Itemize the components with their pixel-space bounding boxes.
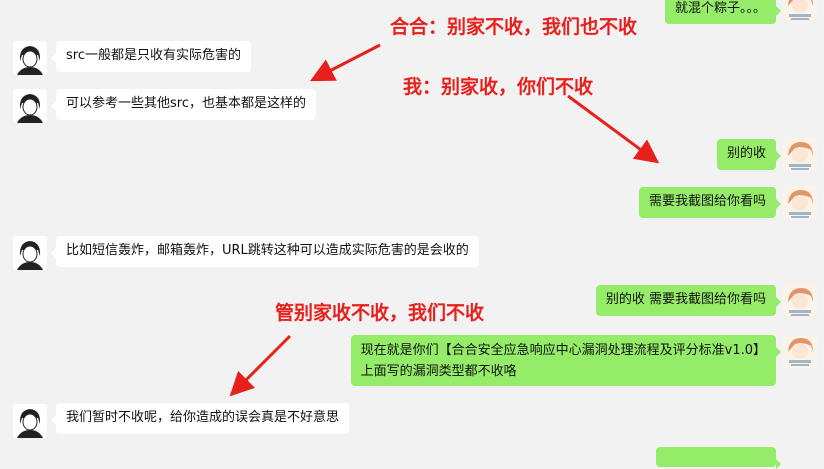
male-outline-avatar-icon <box>13 404 47 438</box>
message-out-0[interactable]: 就混个粽子。。。 <box>664 0 782 24</box>
message-out-7[interactable]: 现在就是你们【合合安全应急响应中心漏洞处理流程及评分标准v1.0】 上面写的漏洞… <box>350 335 782 386</box>
contact-avatar-5[interactable] <box>13 236 47 270</box>
message-out-3[interactable]: 别的收 <box>716 139 782 170</box>
contact-avatar-1[interactable] <box>13 41 47 75</box>
male-outline-avatar-icon <box>13 236 47 270</box>
anime-girl-avatar-icon <box>783 334 817 368</box>
message-in-8[interactable]: 我们暂时不收呢，给你造成的误会真是不好意思 <box>50 403 350 434</box>
male-outline-avatar-icon <box>13 41 47 75</box>
contact-avatar-8[interactable] <box>13 404 47 438</box>
message-in-5[interactable]: 比如短信轰炸，邮箱轰炸，URL跳转这种可以造成实际危害的是会收的 <box>51 236 479 267</box>
message-in-1[interactable]: src一般都是只收有实际危害的 <box>51 41 251 72</box>
message-out-4[interactable]: 需要我截图给你看吗 <box>638 187 782 218</box>
self-avatar-6[interactable] <box>783 284 817 318</box>
arrow-3 <box>229 334 292 397</box>
message-out-7-line-1: 现在就是你们【合合安全应急响应中心漏洞处理流程及评分标准v1.0】 <box>360 343 766 358</box>
message-out-6[interactable]: 别的收 需要我截图给你看吗 <box>595 285 782 316</box>
message-out-7-line-2: 上面写的漏洞类型都不收咯 <box>360 364 517 379</box>
anime-girl-avatar-icon <box>783 186 817 220</box>
anime-girl-avatar-icon <box>783 138 817 172</box>
anime-girl-avatar-icon <box>783 0 817 22</box>
arrow-1 <box>310 43 381 82</box>
self-avatar-7[interactable] <box>783 334 817 368</box>
annotation-1: 合合：别家不收，我们也不收 <box>390 16 638 38</box>
annotation-2: 我：别家收，你们不收 <box>403 76 594 98</box>
self-avatar-3[interactable] <box>783 138 817 172</box>
anime-girl-avatar-icon <box>783 284 817 318</box>
message-out-partial[interactable] <box>656 447 781 469</box>
annotation-3: 管别家收不收，我们不收 <box>275 302 485 324</box>
contact-avatar-2[interactable] <box>13 89 47 123</box>
message-in-2[interactable]: 可以参考一些其他src，也基本都是这样的 <box>51 89 316 120</box>
self-avatar-0[interactable] <box>783 0 817 22</box>
arrow-2 <box>567 94 660 164</box>
self-avatar-4[interactable] <box>783 186 817 220</box>
male-outline-avatar-icon <box>13 89 47 123</box>
